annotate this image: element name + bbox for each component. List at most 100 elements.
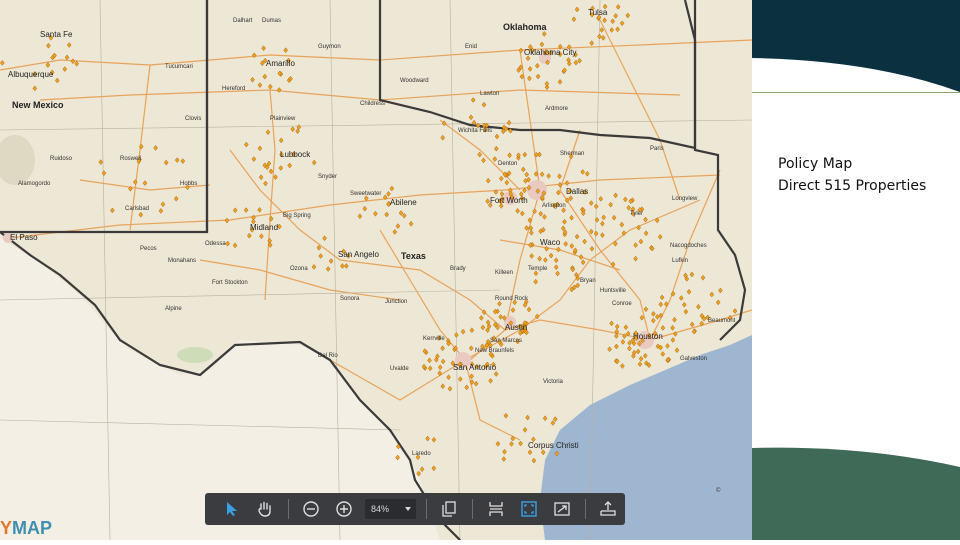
state-label: Oklahoma [503, 22, 548, 32]
city-label: Houston [633, 332, 663, 341]
toolbar-divider [584, 499, 586, 519]
city-label: Sweetwater [350, 191, 381, 197]
city-label: Austin [505, 323, 527, 332]
toolbar-divider [287, 499, 289, 519]
city-label: Carlsbad [125, 206, 149, 212]
city-label: Victoria [543, 379, 564, 385]
city-label: Waco [540, 238, 561, 247]
city-label: Arlington [542, 203, 566, 209]
city-label: Longview [672, 196, 698, 202]
zoom-level-select[interactable]: 84% [365, 499, 416, 519]
city-label: Childress [360, 101, 385, 107]
city-label: Lawton [480, 91, 499, 97]
city-label: Tucumcari [165, 64, 193, 70]
city-label: Ozona [290, 266, 308, 272]
city-label: Roswell [120, 156, 141, 162]
city-label: Galveston [680, 356, 707, 362]
city-label: Alamogordo [18, 181, 51, 187]
city-label: Uvalde [390, 366, 409, 372]
city-label: Killeen [495, 270, 513, 276]
export-icon [600, 501, 616, 516]
fullscreen-icon [554, 502, 570, 516]
city-label: San Marcos [490, 338, 522, 344]
select-tool-button[interactable] [219, 496, 244, 522]
city-label: Conroe [612, 301, 632, 307]
city-label: Plainview [270, 116, 296, 122]
park-area [177, 347, 213, 363]
toolbar-divider [471, 499, 473, 519]
zoom-in-icon [336, 501, 353, 517]
panel-divider-line [752, 92, 960, 93]
city-label: El Paso [10, 233, 38, 242]
city-label: New Braunfels [475, 348, 514, 354]
city-label: Sonora [340, 296, 360, 302]
city-label: Nacogdoches [670, 243, 707, 249]
city-label: Albuquerque [8, 70, 54, 79]
city-label: Dallas [566, 187, 588, 196]
city-label: Santa Fe [40, 30, 73, 39]
city-label: Ardmore [545, 106, 569, 112]
city-label: Brady [450, 266, 466, 272]
city-label: Lufkin [672, 258, 688, 264]
city-label: Enid [465, 44, 477, 50]
city-label: Oklahoma City [524, 48, 576, 57]
logo-part-2: MAP [12, 518, 53, 538]
map-toolbar: 84% [205, 493, 625, 525]
city-label: Pecos [140, 246, 157, 252]
city-label: Huntsville [600, 288, 627, 294]
state-label: New Mexico [12, 100, 64, 110]
city-label: San Antonio [453, 363, 497, 372]
copy-button[interactable] [437, 496, 462, 522]
city-label: Hobbs [180, 181, 197, 187]
texas-policy-map[interactable]: Santa Fe Albuquerque New Mexico Ruidoso … [0, 0, 752, 540]
pan-tool-button[interactable] [252, 496, 277, 522]
city-label: Abilene [390, 198, 417, 207]
city-label: Beaumont [708, 318, 736, 324]
city-label: Dalhart [233, 18, 253, 24]
info-panel: Policy Map Direct 515 Properties [752, 0, 960, 540]
city-label: Round Rock [495, 296, 529, 302]
map-canvas[interactable]: Santa Fe Albuquerque New Mexico Ruidoso … [0, 0, 752, 540]
fit-page-icon [521, 501, 537, 517]
city-label: Laredo [412, 451, 431, 457]
fit-width-button[interactable] [483, 496, 508, 522]
city-label: Lubbock [280, 150, 311, 159]
fullscreen-button[interactable] [549, 496, 574, 522]
zoom-level-value: 84% [371, 504, 390, 514]
city-label: San Angelo [338, 250, 379, 259]
city-label: Snyder [318, 174, 337, 180]
city-label: Alpine [165, 306, 182, 312]
chevron-down-icon [404, 507, 411, 511]
city-label: Ruidoso [50, 156, 73, 162]
city-label: Fort Worth [490, 196, 528, 205]
map-attribution: © [716, 487, 721, 494]
fit-width-icon [488, 502, 503, 516]
pan-hand-icon [258, 501, 271, 517]
city-label: Sherman [560, 151, 584, 157]
city-label: Junction [385, 299, 407, 305]
city-label: Odessa [205, 241, 226, 247]
fit-page-button[interactable] [516, 496, 541, 522]
city-label: Tyler [630, 211, 643, 217]
city-label: Temple [528, 266, 548, 272]
city-label: Del Rio [318, 353, 338, 359]
panel-bottom-graphic [752, 447, 960, 540]
city-label: Hereford [222, 86, 245, 92]
state-label: Texas [401, 251, 426, 261]
city-label: Amarillo [266, 59, 295, 68]
panel-top-shape [752, 0, 960, 95]
panel-top-graphic [752, 0, 960, 92]
city-label: Clovis [185, 116, 201, 122]
zoom-out-icon [303, 501, 319, 517]
zoom-in-button[interactable] [332, 496, 357, 522]
app-logo: YMAP [0, 518, 52, 539]
city-label: Bryan [580, 278, 596, 284]
zoom-out-button[interactable] [299, 496, 324, 522]
city-label: Guymon [318, 44, 341, 50]
city-label: Denton [498, 161, 517, 167]
export-button[interactable] [596, 496, 621, 522]
city-label: Fort Stockton [212, 280, 248, 286]
city-label: Big Spring [283, 213, 311, 219]
city-label: Dumas [262, 18, 281, 24]
city-label: Corpus Christi [528, 441, 579, 450]
